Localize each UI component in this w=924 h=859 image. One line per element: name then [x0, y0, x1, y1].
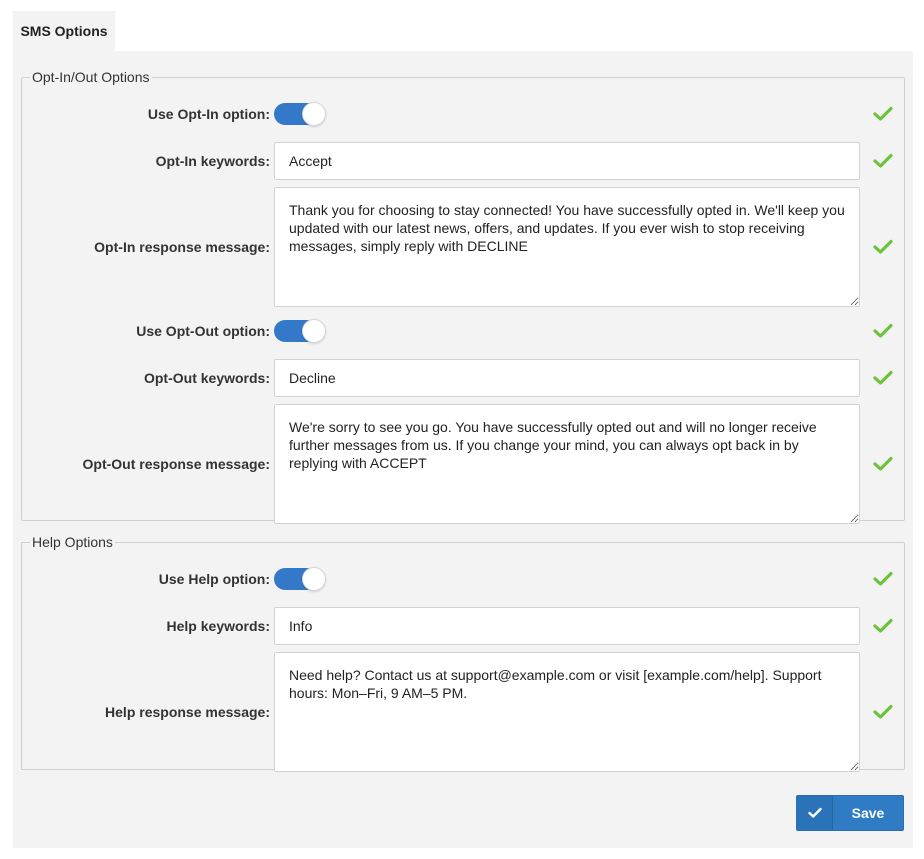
optin-response-textarea[interactable]: Thank you for choosing to stay connected…	[274, 187, 860, 307]
use-help-row: Use Help option:	[22, 567, 904, 591]
fieldset-legend: Opt-In/Out Options	[32, 69, 150, 85]
check-icon	[873, 618, 893, 633]
toggle-knob	[302, 102, 326, 126]
help-response-label: Help response message:	[105, 704, 270, 720]
optout-response-label: Opt-Out response message:	[82, 456, 271, 472]
optout-keywords-row: Opt-Out keywords:	[22, 359, 904, 397]
optout-keywords-input[interactable]	[274, 359, 860, 397]
help-keywords-input[interactable]	[274, 607, 860, 645]
optout-keywords-label: Opt-Out keywords:	[143, 370, 270, 386]
save-button-label: Save	[851, 805, 885, 821]
check-icon	[797, 796, 833, 830]
optin-response-label: Opt-In response message:	[94, 239, 270, 255]
help-fieldset: Help Options Use Help option: Help keywo…	[21, 534, 905, 772]
check-icon	[873, 106, 893, 121]
help-keywords-row: Help keywords:	[22, 607, 904, 645]
check-icon	[873, 323, 893, 338]
use-optin-label: Use Opt-In option:	[147, 106, 270, 122]
optin-keywords-row: Opt-In keywords:	[22, 142, 904, 180]
check-icon	[873, 704, 893, 719]
toggle-knob	[302, 319, 326, 343]
tab-label: SMS Options	[20, 23, 108, 39]
help-response-row: Help response message: Need help? Contac…	[22, 652, 904, 772]
optout-response-textarea[interactable]: We're sorry to see you go. You have succ…	[274, 404, 860, 524]
optin-keywords-label: Opt-In keywords:	[155, 153, 270, 169]
opt-in-out-fieldset: Opt-In/Out Options Use Opt-In option: Op…	[21, 69, 905, 524]
check-icon	[873, 239, 893, 254]
help-keywords-label: Help keywords:	[166, 618, 270, 634]
sms-options-panel: Opt-In/Out Options Use Opt-In option: Op…	[13, 51, 913, 848]
tab-sms-options[interactable]: SMS Options	[13, 11, 115, 51]
check-icon	[873, 370, 893, 385]
optout-response-row: Opt-Out response message: We're sorry to…	[22, 404, 904, 524]
check-icon	[873, 456, 893, 471]
toggle-knob	[302, 567, 326, 591]
optin-keywords-input[interactable]	[274, 142, 860, 180]
use-optout-label: Use Opt-Out option:	[136, 323, 270, 339]
use-optin-toggle[interactable]	[274, 102, 326, 126]
check-icon	[873, 571, 893, 586]
use-help-toggle[interactable]	[274, 567, 326, 591]
optin-response-row: Opt-In response message: Thank you for c…	[22, 187, 904, 307]
use-optout-row: Use Opt-Out option:	[22, 319, 904, 343]
save-button[interactable]: Save	[796, 795, 904, 831]
help-response-textarea[interactable]: Need help? Contact us at support@example…	[274, 652, 860, 772]
use-help-label: Use Help option:	[158, 571, 270, 587]
use-optout-toggle[interactable]	[274, 319, 326, 343]
check-icon	[873, 153, 893, 168]
fieldset-legend: Help Options	[32, 534, 113, 550]
use-optin-row: Use Opt-In option:	[22, 102, 904, 126]
